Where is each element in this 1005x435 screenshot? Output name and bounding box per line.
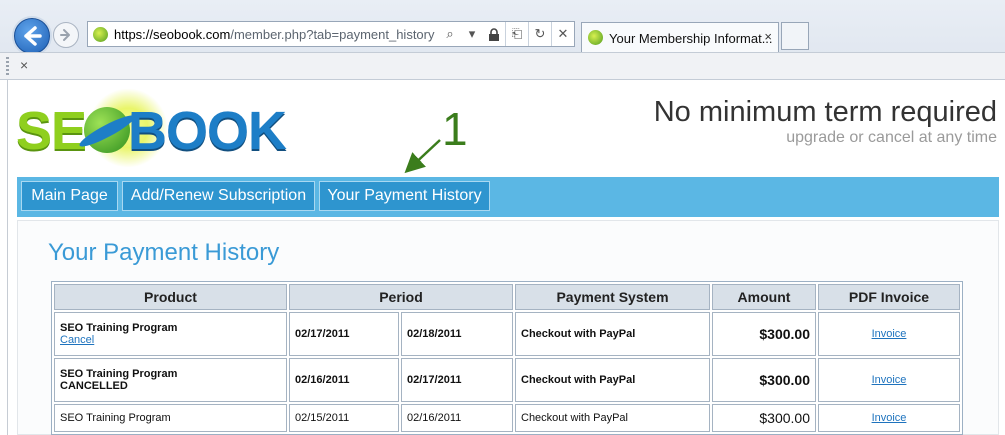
globe-icon (84, 107, 131, 153)
invoice-link[interactable]: Invoice (872, 374, 907, 386)
table-row: SEO Training Program Cancel 02/17/2011 0… (54, 312, 960, 356)
cell-period-start: 02/15/2011 (289, 404, 399, 432)
cell-period-end: 02/16/2011 (401, 404, 513, 432)
browser-chrome: https://seobook.com/member.php?tab=payme… (0, 0, 1005, 80)
col-header-pdf-invoice: PDF Invoice (818, 284, 960, 310)
cell-payment-system: Checkout with PayPal (515, 358, 710, 402)
tab-payment-history[interactable]: Your Payment History (319, 181, 490, 211)
stop-icon[interactable]: ✕ (551, 22, 574, 46)
new-tab-button[interactable] (781, 22, 809, 50)
search-icon[interactable]: ⌕ (439, 22, 461, 46)
forward-button[interactable] (53, 22, 79, 48)
cell-period-start: 02/16/2011 (289, 358, 399, 402)
url-host: https://seobook.com (114, 27, 231, 42)
grip-icon (6, 57, 9, 75)
arrow-left-icon (24, 26, 42, 46)
cell-product: SEO Training Program CANCELLED (54, 358, 287, 402)
compatibility-view-icon[interactable]: ⎗ (505, 22, 528, 46)
page-content: SE BOOK No minimum term required upgrade … (0, 80, 1005, 435)
invoice-link[interactable]: Invoice (872, 328, 907, 340)
dropdown-icon[interactable]: ▾ (461, 22, 483, 46)
tab-title: Your Membership Informat... (609, 31, 773, 46)
address-bar[interactable]: https://seobook.com/member.php?tab=payme… (87, 21, 575, 47)
annotation-step-1: 1 (442, 103, 468, 155)
logo-wordmark: SE BOOK (16, 100, 287, 162)
tagline-sub: upgrade or cancel at any time (786, 129, 997, 146)
cell-invoice: Invoice (818, 358, 960, 402)
col-header-product: Product (54, 284, 287, 310)
col-header-period: Period (289, 284, 513, 310)
table-row: SEO Training Program CANCELLED 02/16/201… (54, 358, 960, 402)
page-left-border (7, 80, 8, 435)
cell-payment-system: Checkout with PayPal (515, 404, 710, 432)
tab-main-page[interactable]: Main Page (21, 181, 118, 211)
cell-period-end: 02/18/2011 (401, 312, 513, 356)
cell-amount: $300.00 (712, 404, 816, 432)
browser-tab-active[interactable]: Your Membership Informat... × (581, 22, 779, 52)
table-header-row: Product Period Payment System Amount PDF… (54, 284, 960, 310)
invoice-link[interactable]: Invoice (872, 412, 907, 424)
site-favicon-icon (93, 27, 108, 42)
arrow-green (404, 139, 441, 174)
address-tools: ⌕ ▾ ⎗ ↻ ✕ (439, 22, 574, 46)
status-cancelled: CANCELLED (60, 380, 128, 392)
close-bar-icon[interactable]: × (20, 57, 28, 73)
tab-favicon-icon (588, 30, 603, 45)
col-header-amount: Amount (712, 284, 816, 310)
cell-amount: $300.00 (712, 358, 816, 402)
logo-seo: SE (16, 101, 87, 161)
cell-payment-system: Checkout with PayPal (515, 312, 710, 356)
url-path: /member.php?tab=payment_history (230, 27, 435, 42)
table-row: SEO Training Program 02/15/2011 02/16/20… (54, 404, 960, 432)
arrow-right-icon (60, 29, 70, 41)
main-panel: Your Payment History Product Period Paym… (17, 220, 999, 435)
cancel-link[interactable]: Cancel (60, 334, 94, 346)
tagline-main: No minimum term required (653, 96, 997, 128)
refresh-icon[interactable]: ↻ (528, 22, 551, 46)
col-header-payment-system: Payment System (515, 284, 710, 310)
payment-history-table: Product Period Payment System Amount PDF… (51, 281, 963, 435)
tagline: No minimum term required upgrade or canc… (654, 96, 997, 147)
cell-invoice: Invoice (818, 404, 960, 432)
url-text: https://seobook.com/member.php?tab=payme… (114, 27, 435, 42)
cell-period-start: 02/17/2011 (289, 312, 399, 356)
cell-invoice: Invoice (818, 312, 960, 356)
product-name: SEO Training Program (60, 322, 178, 334)
tab-add-renew-subscription[interactable]: Add/Renew Subscription (122, 181, 315, 211)
tab-close-icon[interactable]: × (764, 29, 772, 44)
cell-period-end: 02/17/2011 (401, 358, 513, 402)
lock-icon[interactable] (483, 22, 505, 46)
product-name: SEO Training Program (60, 368, 178, 380)
seobook-logo[interactable]: SE BOOK (16, 88, 306, 170)
favorites-bar: × (0, 52, 1005, 80)
cell-amount: $300.00 (712, 312, 816, 356)
cell-product: SEO Training Program (54, 404, 287, 432)
page-title: Your Payment History (48, 239, 280, 266)
member-nav: Main Page Add/Renew Subscription Your Pa… (17, 177, 999, 217)
back-button[interactable] (14, 18, 50, 54)
cell-product: SEO Training Program Cancel (54, 312, 287, 356)
logo-book: BOOK (128, 101, 287, 161)
